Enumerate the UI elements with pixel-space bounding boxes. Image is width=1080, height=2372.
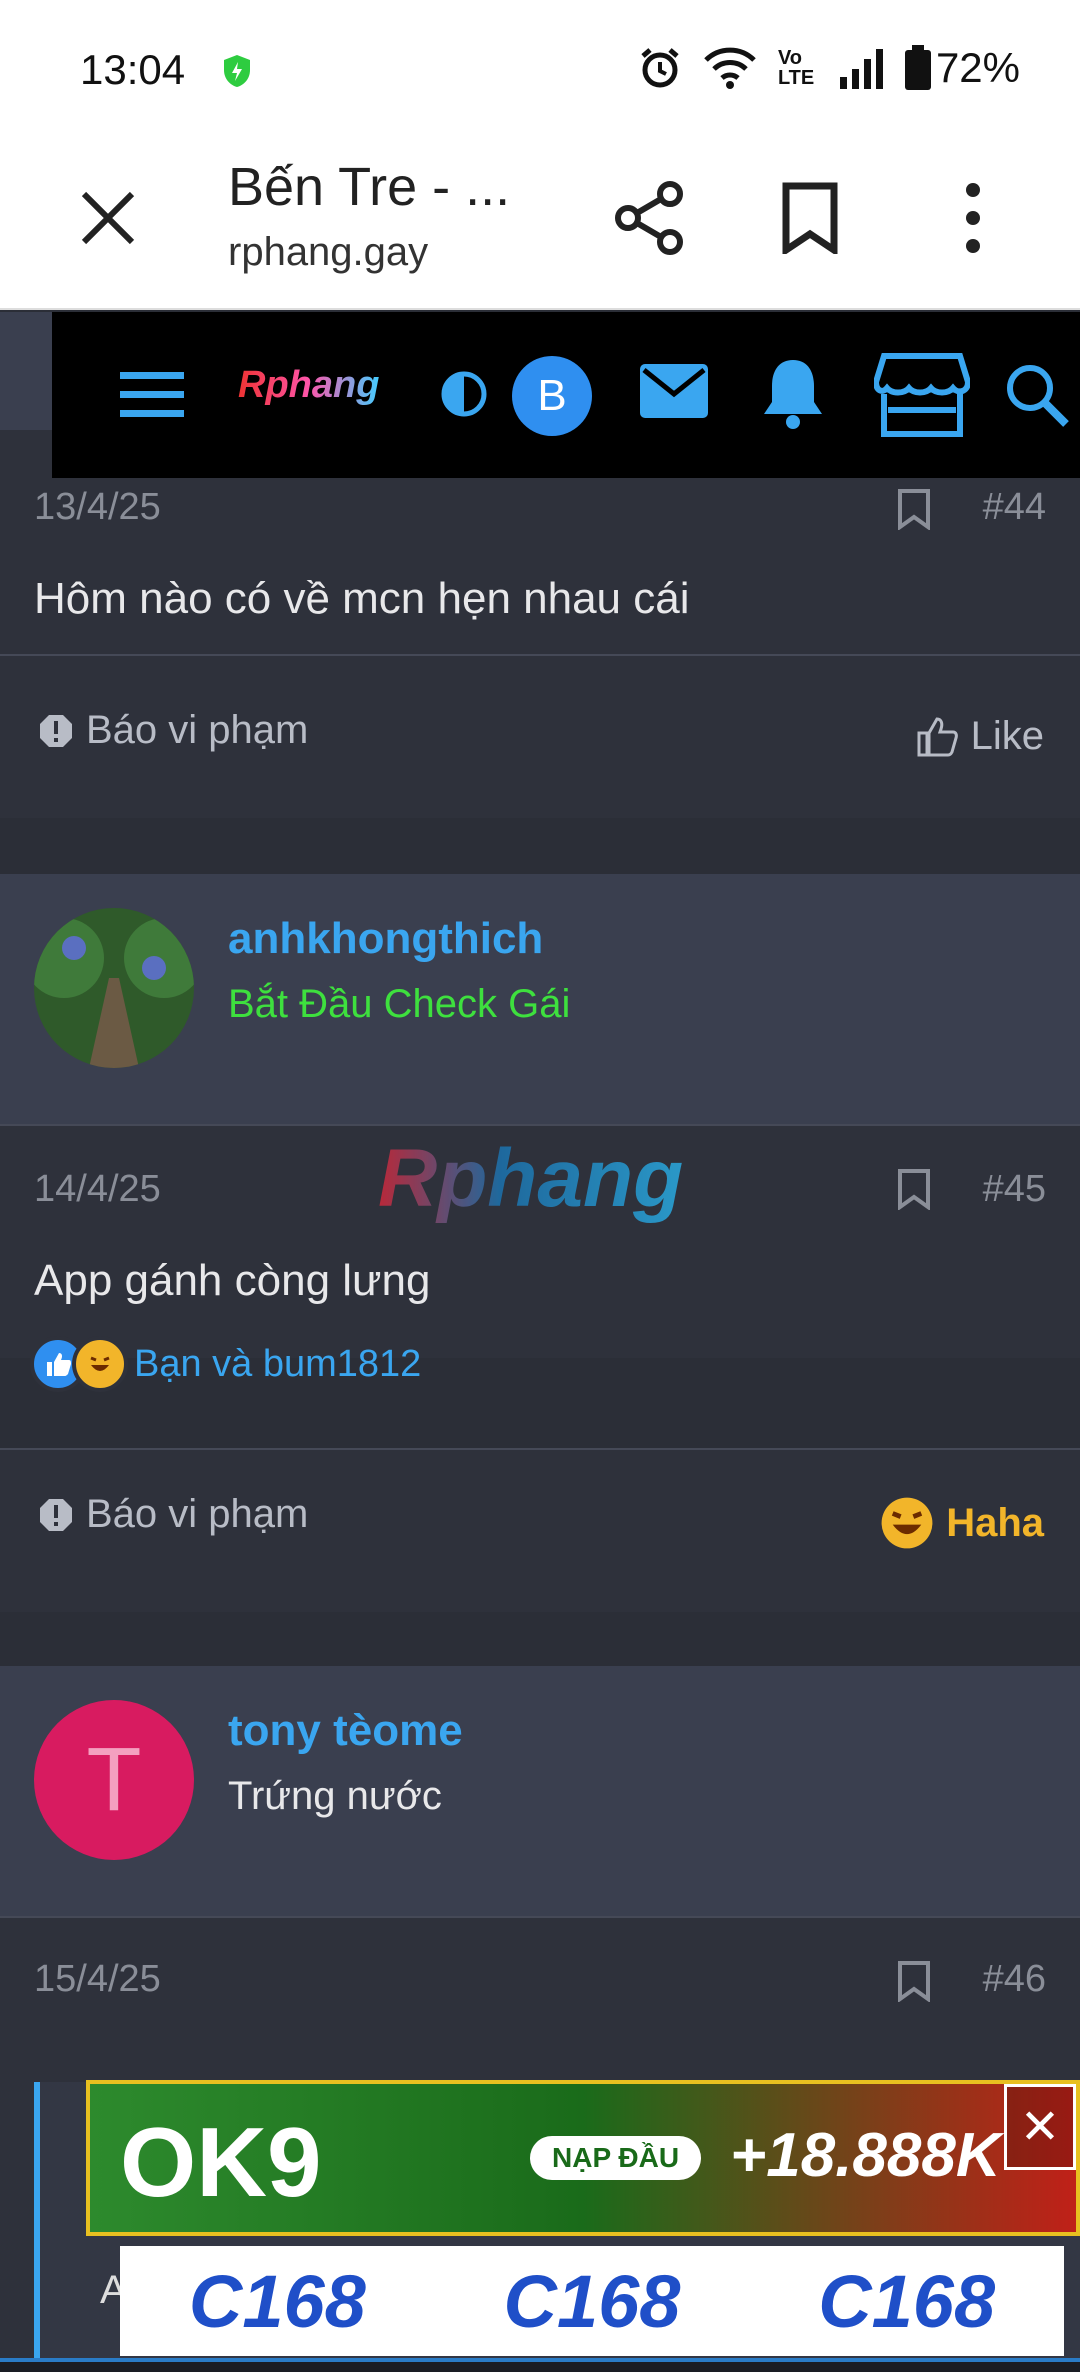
post-body: Hôm nào có về mcn hẹn nhau cái xyxy=(34,574,690,623)
notification-bell-icon[interactable] xyxy=(760,356,826,430)
site-navbar: Rphang B xyxy=(52,312,1080,478)
report-label: Báo vi phạm xyxy=(86,1492,309,1536)
wifi-icon xyxy=(704,47,756,89)
battery-level: 72% xyxy=(935,44,1020,91)
theme-toggle-icon[interactable] xyxy=(440,370,488,418)
post-date[interactable]: 13/4/25 xyxy=(34,486,161,529)
ad-cta-button[interactable]: NẠP ĐẦU xyxy=(530,2136,702,2180)
report-label: Báo vi phạm xyxy=(86,708,309,752)
user-avatar[interactable]: B xyxy=(512,356,592,436)
ad-c168-logo: C168 xyxy=(503,2259,681,2343)
ad-brand: OK9 xyxy=(120,2107,322,2217)
username[interactable]: anhkhongthich xyxy=(228,914,543,964)
user-title: Bắt Đầu Check Gái xyxy=(228,982,571,1026)
post-actions: Báo vi phạm Haha xyxy=(0,1450,1080,1612)
ad-c168-logo: C168 xyxy=(818,2259,996,2343)
user-avatar-image[interactable] xyxy=(34,908,194,1068)
report-button[interactable]: Báo vi phạm xyxy=(38,708,308,753)
ad-banner-c168[interactable]: C168 C168 C168 xyxy=(120,2246,1064,2356)
avatar-letter: T xyxy=(86,1729,142,1830)
post-bookmark-icon[interactable] xyxy=(896,1168,932,1210)
browser-toolbar: Bến Tre - ... rphang.gay xyxy=(0,140,1080,310)
alarm-icon xyxy=(641,48,679,88)
signal-icon xyxy=(839,49,883,89)
page-title: Bến Tre - ... xyxy=(228,157,511,217)
reaction-summary[interactable]: Bạn và bum1812 xyxy=(30,1336,421,1392)
site-watermark: Rphang xyxy=(378,1133,684,1224)
security-shield-icon xyxy=(224,55,250,87)
haha-label: Haha xyxy=(946,1500,1044,1545)
page-url: rphang.gay xyxy=(228,230,429,274)
post-number[interactable]: #44 xyxy=(983,486,1046,529)
share-icon[interactable] xyxy=(612,180,688,256)
report-button[interactable]: Báo vi phạm xyxy=(38,1492,308,1537)
post-date[interactable]: 15/4/25 xyxy=(34,1958,161,2001)
post-date[interactable]: 14/4/25 xyxy=(34,1168,161,1211)
more-options-icon[interactable] xyxy=(950,180,996,256)
warning-icon xyxy=(40,1498,72,1531)
username[interactable]: tony tèome xyxy=(228,1706,463,1756)
post-bookmark-icon[interactable] xyxy=(896,488,932,530)
ad-c168-logo: C168 xyxy=(188,2259,366,2343)
volte-label: Vo LTE xyxy=(777,47,815,89)
warning-icon xyxy=(40,714,72,747)
battery-icon xyxy=(904,45,931,90)
store-icon[interactable] xyxy=(874,352,970,438)
haha-reaction-icon xyxy=(72,1336,128,1392)
reaction-users[interactable]: Bạn và bum1812 xyxy=(134,1343,421,1386)
post-number[interactable]: #46 xyxy=(983,1958,1046,2001)
status-bar: 13:04 Vo LTE 72% xyxy=(0,0,1080,140)
menu-icon[interactable] xyxy=(120,370,184,420)
user-avatar-letter[interactable]: T xyxy=(34,1700,194,1860)
user-header: anhkhongthich Bắt Đầu Check Gái xyxy=(0,874,1080,1124)
bottom-bar xyxy=(0,2358,1080,2372)
haha-emoji-icon xyxy=(881,1497,933,1549)
web-page: Rphang B 13/4/25 #44 Hôm nào có về mcn h… xyxy=(0,312,1080,2372)
post-actions: Báo vi phạm Like xyxy=(0,656,1080,818)
haha-button[interactable]: Haha xyxy=(880,1496,1044,1550)
ad-amount: +18.888K xyxy=(730,2121,1001,2190)
mail-icon[interactable] xyxy=(638,360,710,422)
bookmark-icon[interactable] xyxy=(780,182,840,254)
ad-banner-ok9[interactable]: OK9 NẠP ĐẦU +18.888K ✕ xyxy=(86,2080,1080,2236)
user-header: T tony tèome Trứng nước xyxy=(0,1666,1080,1916)
thumbs-up-icon xyxy=(917,716,958,756)
ad-close-icon[interactable]: ✕ xyxy=(1004,2084,1076,2170)
post-body: App gánh còng lưng xyxy=(34,1256,431,1305)
status-time: 13:04 xyxy=(80,46,186,93)
site-logo[interactable]: Rphang xyxy=(238,364,379,407)
like-button[interactable]: Like xyxy=(915,714,1044,759)
post-bookmark-icon[interactable] xyxy=(896,1960,932,2002)
post-number[interactable]: #45 xyxy=(983,1168,1046,1211)
close-icon[interactable] xyxy=(78,188,138,248)
search-icon[interactable] xyxy=(1004,362,1070,428)
like-label: Like xyxy=(970,714,1044,758)
user-title: Trứng nước xyxy=(228,1774,442,1818)
